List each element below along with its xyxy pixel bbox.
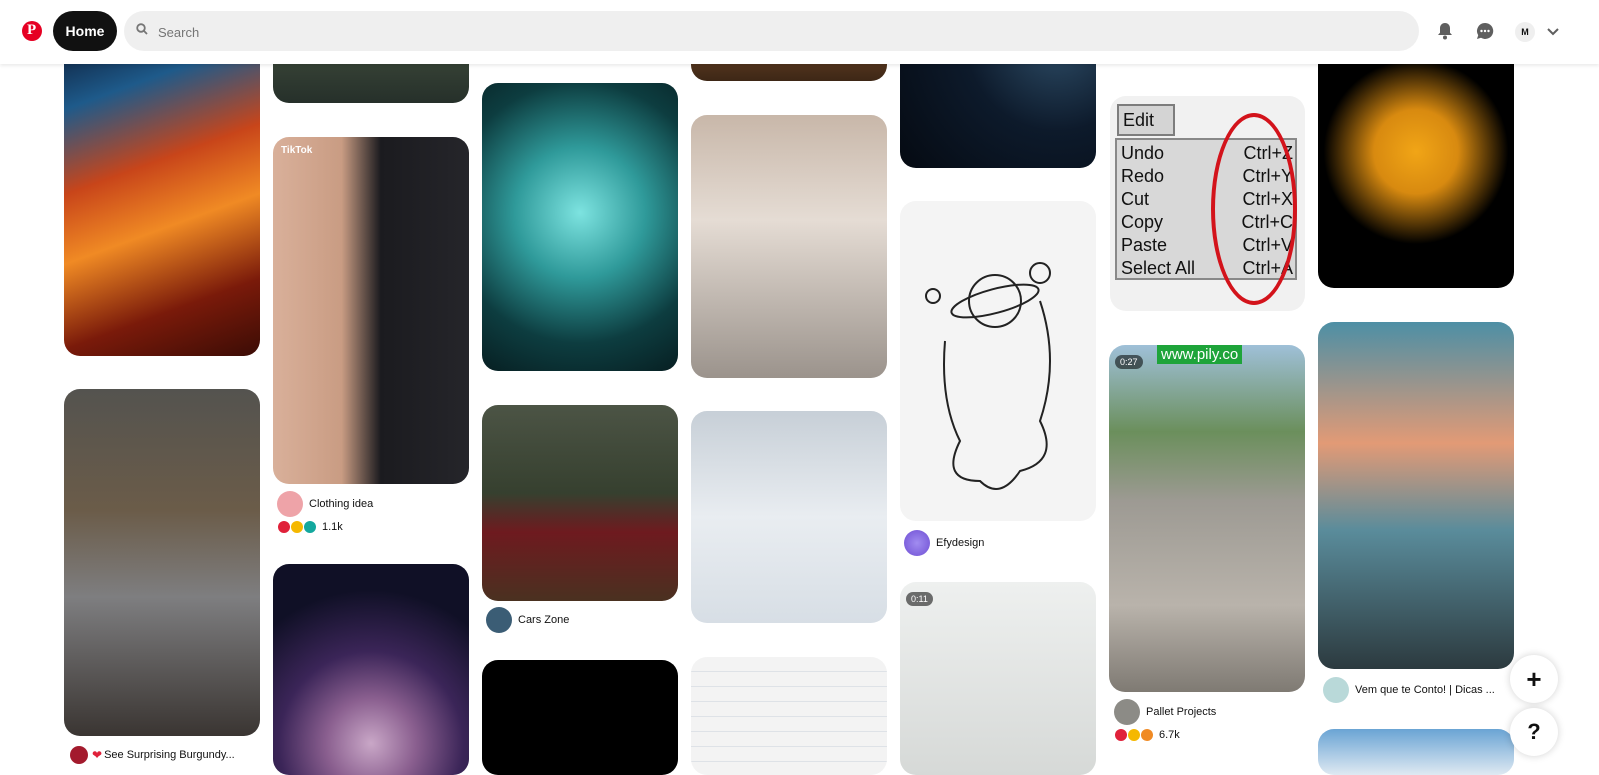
pin-red-car-image[interactable] bbox=[482, 405, 678, 601]
watermark-label: www.pily.co bbox=[1157, 345, 1243, 364]
wow-reaction-icon bbox=[1141, 729, 1153, 741]
pin-planet-image[interactable] bbox=[273, 564, 469, 775]
pin-author[interactable]: Cars Zone bbox=[518, 614, 569, 626]
cars-avatar bbox=[486, 607, 512, 633]
pin-vem-meta: Vem que te Conto! | Dicas ... bbox=[1323, 677, 1495, 703]
avatar[interactable]: M bbox=[1515, 22, 1535, 42]
pin-author[interactable]: Clothing idea bbox=[309, 498, 373, 510]
heart-reaction-icon bbox=[278, 521, 290, 533]
pin-mountain-image[interactable] bbox=[1318, 729, 1514, 775]
pinterest-logo-icon[interactable]: P bbox=[22, 21, 42, 41]
reaction-count: 6.7k bbox=[1159, 729, 1180, 741]
home-button[interactable]: Home bbox=[53, 11, 117, 51]
pin-car-autumn-image[interactable] bbox=[64, 389, 260, 736]
pin-hoodie-image[interactable] bbox=[1318, 40, 1514, 288]
messages-icon[interactable] bbox=[1474, 20, 1496, 42]
search-input[interactable] bbox=[156, 11, 1400, 53]
pin-palm-sky-image[interactable] bbox=[1318, 322, 1514, 669]
pin-author[interactable]: Pallet Projects bbox=[1146, 706, 1216, 718]
search-icon bbox=[136, 23, 148, 35]
pin-pily-video[interactable]: 0:27 www.pily.co bbox=[1109, 345, 1305, 692]
face-reaction-icon bbox=[1128, 729, 1140, 741]
top-nav: P Home M bbox=[0, 0, 1599, 64]
pin-doodle-image[interactable] bbox=[691, 657, 887, 775]
tiktok-badge: TikTok bbox=[281, 145, 313, 156]
pin-pallet-reactions: 6.7k bbox=[1115, 729, 1180, 741]
pin-clothing-meta: Clothing idea bbox=[277, 491, 373, 517]
clothing-avatar bbox=[277, 491, 303, 517]
video-duration: 0:27 bbox=[1115, 355, 1143, 369]
vem-avatar bbox=[1323, 677, 1349, 703]
pin-pallet-meta: Pallet Projects bbox=[1114, 699, 1216, 725]
pin-tiktok-video[interactable]: TikTok bbox=[273, 137, 469, 484]
pin-author[interactable]: See Surprising Burgundy... bbox=[104, 749, 235, 761]
reaction-count: 1.1k bbox=[322, 521, 343, 533]
pin-black-image[interactable] bbox=[482, 660, 678, 775]
help-button[interactable]: ? bbox=[1510, 708, 1558, 756]
pin-nebula-image[interactable] bbox=[64, 40, 260, 356]
pin-cars-meta: Cars Zone bbox=[486, 607, 569, 633]
star-reaction-icon bbox=[304, 521, 316, 533]
pin-burgundy-meta: ❤ See Surprising Burgundy... bbox=[70, 746, 235, 764]
bell-icon[interactable] bbox=[1434, 20, 1456, 42]
chevron-down-icon[interactable] bbox=[1546, 24, 1560, 38]
pallet-avatar bbox=[1114, 699, 1140, 725]
pin-author[interactable]: Efydesign bbox=[936, 537, 984, 549]
pin-efy-meta: Efydesign bbox=[904, 530, 984, 556]
pin-line-art-image[interactable] bbox=[900, 201, 1096, 521]
pin-fox-image[interactable] bbox=[482, 83, 678, 371]
pin-clothing-reactions: 1.1k bbox=[278, 521, 343, 533]
burgundy-avatar bbox=[70, 746, 88, 764]
pin-penguin-image[interactable] bbox=[691, 411, 887, 623]
pin-author[interactable]: Vem que te Conto! | Dicas ... bbox=[1355, 684, 1495, 696]
efy-avatar bbox=[904, 530, 930, 556]
heart-icon: ❤ bbox=[92, 748, 103, 762]
edit-menu-title: Edit bbox=[1117, 104, 1175, 136]
pin-bunny-cart-image[interactable] bbox=[691, 115, 887, 378]
search-bar[interactable] bbox=[124, 11, 1419, 53]
face-reaction-icon bbox=[291, 521, 303, 533]
highlight-oval bbox=[1211, 113, 1297, 305]
line-art-drawing bbox=[925, 262, 1051, 490]
video-duration: 0:11 bbox=[906, 592, 933, 606]
add-pin-button[interactable]: + bbox=[1510, 655, 1558, 703]
pin-glass-video[interactable]: 0:11 bbox=[900, 582, 1096, 775]
heart-reaction-icon bbox=[1115, 729, 1127, 741]
